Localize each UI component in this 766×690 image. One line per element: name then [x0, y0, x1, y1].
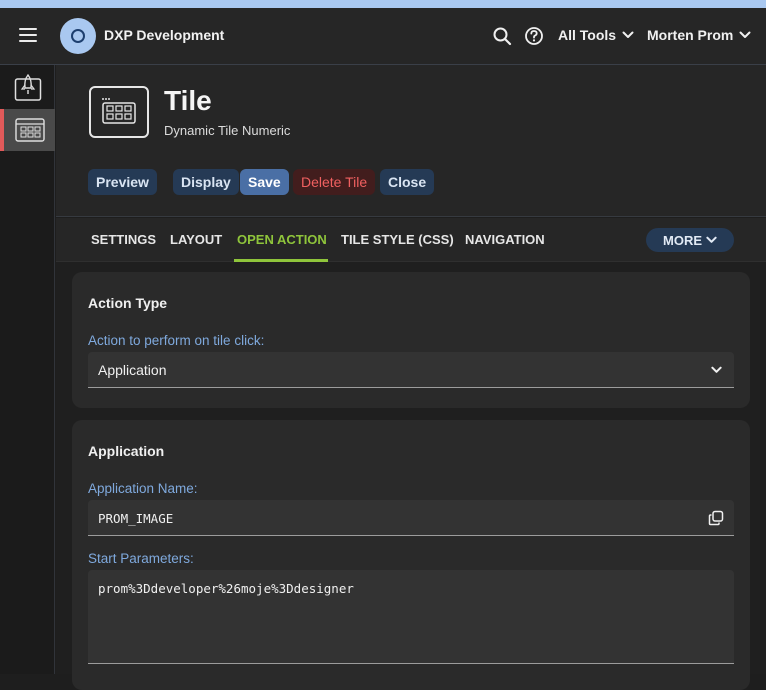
- chevron-down-icon: [706, 236, 717, 243]
- app-logo[interactable]: [60, 18, 96, 54]
- delete-tile-button[interactable]: Delete Tile: [293, 169, 376, 195]
- save-button[interactable]: Save: [240, 169, 289, 195]
- rocket-icon: [14, 73, 41, 101]
- all-tools-label: All Tools: [558, 27, 617, 43]
- chevron-down-icon: [622, 31, 634, 38]
- tile-icon: [89, 86, 149, 138]
- tab-bar: SETTINGS LAYOUT OPEN ACTION TILE STYLE (…: [56, 218, 766, 262]
- more-label: MORE: [663, 232, 702, 248]
- tab-settings[interactable]: SETTINGS: [91, 232, 156, 247]
- application-title: Application: [88, 443, 165, 459]
- page-title: Tile: [164, 85, 212, 116]
- menu-icon[interactable]: [19, 28, 37, 42]
- tab-tile-style[interactable]: TILE STYLE (CSS): [341, 232, 454, 247]
- sidebar-item-launchpad[interactable]: [0, 66, 55, 108]
- app-title: DXP Development: [104, 27, 225, 43]
- help-icon[interactable]: [524, 26, 544, 46]
- tab-open-action[interactable]: OPEN ACTION: [237, 232, 327, 247]
- top-accent-strip: [0, 0, 766, 8]
- action-type-value: Application: [98, 362, 167, 378]
- page-subtitle: Dynamic Tile Numeric: [164, 123, 291, 138]
- preview-button[interactable]: Preview: [88, 169, 157, 195]
- left-sidebar: [0, 65, 55, 674]
- close-button[interactable]: Close: [380, 169, 435, 195]
- application-name-field[interactable]: PROM_IMAGE: [88, 500, 734, 536]
- tile-grid-icon: [14, 118, 45, 142]
- chevron-down-icon: [739, 31, 751, 38]
- start-parameters-label: Start Parameters:: [88, 551, 194, 566]
- tab-layout[interactable]: LAYOUT: [170, 232, 222, 247]
- tab-navigation[interactable]: NAVIGATION: [465, 232, 545, 247]
- chevron-down-icon: [711, 366, 722, 373]
- action-type-card: Action Type Action to perform on tile cl…: [72, 272, 750, 408]
- start-parameters-value: prom%3Ddeveloper%26moje%3Ddesigner: [98, 581, 354, 596]
- action-select-label: Action to perform on tile click:: [88, 333, 265, 348]
- more-button[interactable]: MORE: [646, 228, 734, 252]
- start-parameters-textarea[interactable]: prom%3Ddeveloper%26moje%3Ddesigner: [88, 570, 734, 664]
- sidebar-item-tiles[interactable]: [0, 109, 55, 151]
- user-name: Morten Prom: [647, 27, 734, 43]
- copy-icon[interactable]: [708, 510, 724, 526]
- content-area: Action Type Action to perform on tile cl…: [56, 262, 766, 690]
- page-header: Tile Dynamic Tile Numeric Preview Displa…: [56, 65, 766, 217]
- application-name-label: Application Name:: [88, 481, 198, 496]
- search-icon[interactable]: [492, 26, 512, 46]
- action-type-title: Action Type: [88, 295, 168, 311]
- all-tools-dropdown[interactable]: All Tools: [558, 27, 634, 43]
- top-bar: DXP Development All Tools Morten Prom: [0, 8, 766, 65]
- action-type-select[interactable]: Application: [88, 352, 734, 388]
- user-menu-dropdown[interactable]: Morten Prom: [647, 27, 751, 43]
- application-card: Application Application Name: PROM_IMAGE…: [72, 420, 750, 690]
- application-name-value: PROM_IMAGE: [98, 511, 174, 526]
- display-button[interactable]: Display: [173, 169, 239, 195]
